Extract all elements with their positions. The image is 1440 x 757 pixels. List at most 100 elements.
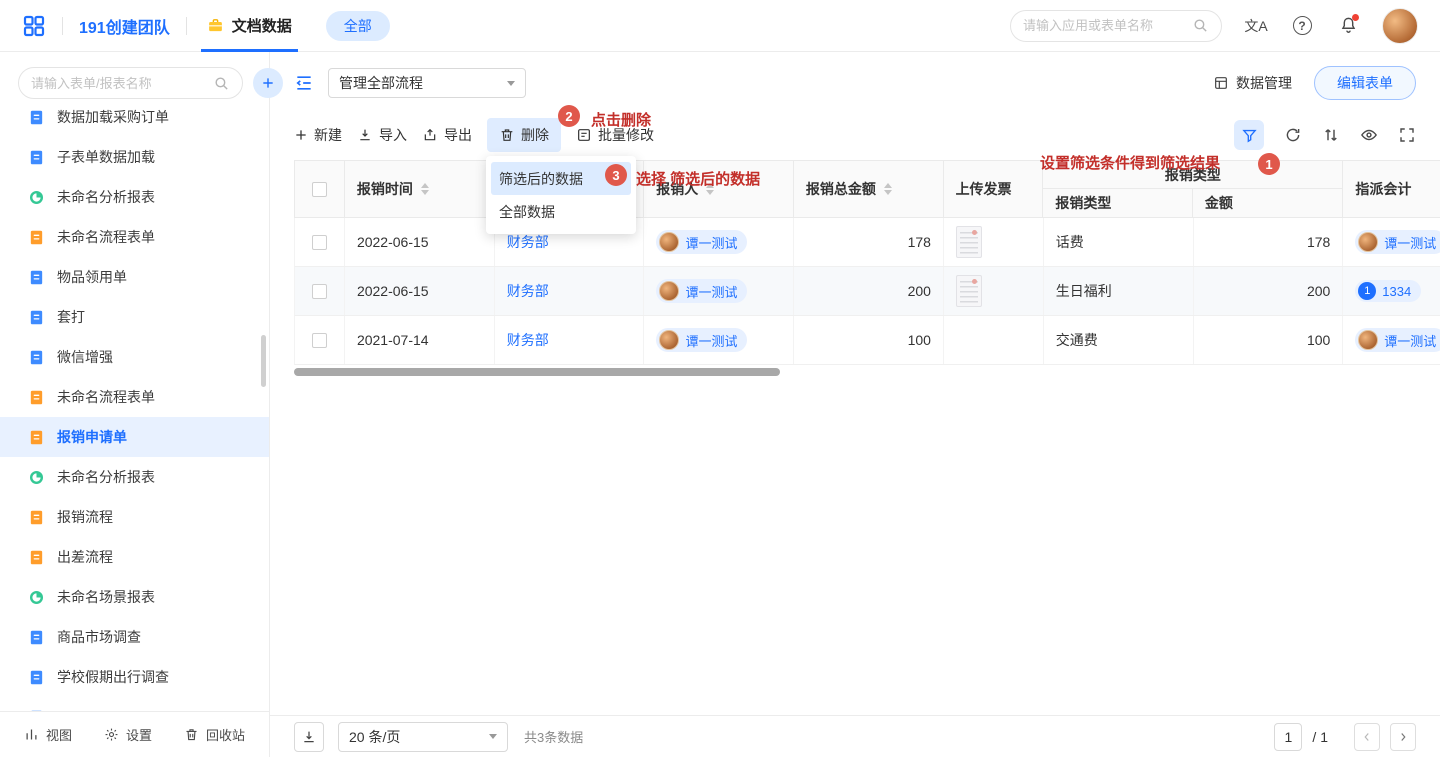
table-toolbar-right — [1234, 120, 1416, 150]
table-row[interactable]: 2022-06-15 财务部 谭一测试 200 生日福利 200 11334 — [294, 267, 1440, 316]
user-pill[interactable]: 谭一测试 — [1355, 328, 1440, 352]
form-doc-icon — [28, 669, 45, 686]
sidebar-item[interactable]: 物品领用单 — [0, 257, 269, 297]
user-pill[interactable]: 谭一测试 — [656, 328, 747, 352]
col-header-total[interactable]: 报销总金额 — [794, 161, 944, 217]
form-doc-icon — [28, 309, 45, 326]
sidebar-item-label: 子表单数据加载 — [57, 147, 155, 167]
row-checkbox[interactable] — [312, 333, 327, 348]
global-search-input[interactable] — [1023, 18, 1184, 33]
member-count-pill[interactable]: 11334 — [1355, 280, 1421, 302]
sidebar-item[interactable]: 未命名流程表单 — [0, 377, 269, 417]
dept-link[interactable]: 财务部 — [507, 281, 549, 301]
delete-button[interactable]: 删除 — [487, 118, 561, 152]
top-header: 191创建团队 文档数据 全部 文A ? — [0, 0, 1440, 52]
briefcase-icon — [207, 17, 224, 34]
flow-filter-select[interactable]: 管理全部流程 — [328, 68, 526, 98]
user-pill[interactable]: 谭一测试 — [656, 279, 747, 303]
export-button[interactable]: 导出 — [422, 125, 472, 145]
menu-item-all-data[interactable]: 全部数据 — [491, 195, 631, 228]
dept-link[interactable]: 财务部 — [507, 232, 549, 252]
sidebar-item[interactable]: 商品市场调查 — [0, 617, 269, 657]
col-header-invoice[interactable]: 上传发票 — [944, 161, 1044, 217]
recycle-bin-button[interactable]: 回收站 — [184, 725, 245, 744]
views-button[interactable]: 视图 — [24, 725, 72, 744]
step-badge-1: 1 — [1258, 153, 1280, 175]
apps-grid-icon[interactable] — [22, 14, 46, 38]
user-avatar[interactable] — [1382, 8, 1418, 44]
filter-funnel-icon[interactable] — [1234, 120, 1264, 150]
col-header-type[interactable]: 报销类型 — [1043, 189, 1193, 217]
help-icon[interactable]: ? — [1290, 14, 1314, 38]
cell-person: 谭一测试 — [644, 218, 794, 266]
eye-icon[interactable] — [1360, 126, 1378, 144]
sidebar-item[interactable]: 微信增强 — [0, 337, 269, 377]
sidebar-item[interactable]: 未命名分析报表 — [0, 177, 269, 217]
col-header-time[interactable]: 报销时间 — [345, 161, 495, 217]
refresh-icon[interactable] — [1284, 126, 1302, 144]
user-pill[interactable]: 谭一测试 — [1355, 230, 1440, 254]
filter-all-pill[interactable]: 全部 — [326, 11, 390, 41]
scroll-to-bottom-button[interactable] — [294, 722, 324, 752]
col-header-amount[interactable]: 金额 — [1193, 189, 1343, 217]
user-pill[interactable]: 谭一测试 — [656, 230, 747, 254]
sidebar-item[interactable]: 子表单数据加载 — [0, 137, 269, 177]
sidebar-item[interactable]: 报销流程 — [0, 497, 269, 537]
horizontal-scrollbar-thumb[interactable] — [294, 368, 780, 376]
page-size-select[interactable]: 20 条/页 — [338, 722, 508, 752]
cell-checkbox — [295, 218, 345, 266]
header-right-group: 文A ? — [1010, 8, 1418, 44]
sort-icon[interactable] — [421, 183, 429, 195]
sidebar-item-label: 未命名流程表单 — [57, 387, 155, 407]
collapse-menu-icon[interactable] — [294, 73, 314, 93]
row-checkbox[interactable] — [312, 284, 327, 299]
app-root: 191创建团队 文档数据 全部 文A ? — [0, 0, 1440, 757]
cell-dept: 财务部 — [495, 267, 645, 315]
edit-form-button[interactable]: 编辑表单 — [1314, 66, 1416, 100]
sidebar-item-label: 未命名分析报表 — [57, 187, 155, 207]
sidebar-item[interactable] — [0, 697, 269, 711]
prev-page-button[interactable] — [1354, 723, 1380, 751]
data-manage-button[interactable]: 数据管理 — [1213, 73, 1292, 93]
col-header-accountant[interactable]: 指派会计 — [1343, 161, 1440, 217]
sidebar-item-label: 未命名分析报表 — [57, 467, 155, 487]
invoice-thumbnail[interactable] — [956, 226, 982, 258]
page-number-input[interactable] — [1274, 723, 1302, 751]
import-button[interactable]: 导入 — [357, 125, 407, 145]
row-checkbox[interactable] — [312, 235, 327, 250]
sort-icon[interactable] — [884, 183, 892, 195]
settings-button[interactable]: 设置 — [104, 725, 152, 744]
sidebar-item[interactable]: 数据加载采购订单 — [0, 109, 269, 137]
sidebar-item-selected[interactable]: 报销申请单 — [0, 417, 269, 457]
form-doc-icon — [28, 349, 45, 366]
bell-icon[interactable] — [1336, 14, 1360, 38]
sidebar-search-input[interactable] — [31, 76, 207, 91]
sidebar-item[interactable]: 学校假期出行调查 — [0, 657, 269, 697]
table-row[interactable]: 2021-07-14 财务部 谭一测试 100 交通费 100 谭一测试 — [294, 316, 1440, 365]
new-record-button[interactable]: 新建 — [294, 125, 342, 145]
divider — [62, 17, 63, 35]
tab-doc-data[interactable]: 文档数据 — [203, 0, 296, 52]
cell-total: 178 — [794, 218, 944, 266]
sidebar-search[interactable] — [18, 67, 243, 99]
fullscreen-icon[interactable] — [1398, 126, 1416, 144]
table-row[interactable]: 2022-06-15 财务部 谭一测试 178 话费 178 谭一测试 — [294, 218, 1440, 267]
sidebar-item[interactable]: 出差流程 — [0, 537, 269, 577]
sidebar-search-row — [0, 52, 269, 109]
translate-icon[interactable]: 文A — [1244, 14, 1268, 38]
sidebar: 数据加载采购订单 子表单数据加载 未命名分析报表 未命名流程表单 物品领用单 — [0, 52, 270, 757]
invoice-thumbnail[interactable] — [956, 275, 982, 307]
dept-link[interactable]: 财务部 — [507, 330, 549, 350]
add-form-button[interactable] — [253, 68, 283, 98]
count-badge: 1 — [1358, 282, 1376, 300]
sidebar-scrollbar-thumb[interactable] — [261, 335, 266, 387]
sidebar-item[interactable]: 未命名场景报表 — [0, 577, 269, 617]
sidebar-item[interactable]: 未命名分析报表 — [0, 457, 269, 497]
next-page-button[interactable] — [1390, 723, 1416, 751]
sort-arrows-icon[interactable] — [1322, 126, 1340, 144]
select-all-checkbox[interactable] — [312, 182, 327, 197]
team-name[interactable]: 191创建团队 — [79, 14, 170, 38]
global-search[interactable] — [1010, 10, 1222, 42]
sidebar-item[interactable]: 未命名流程表单 — [0, 217, 269, 257]
sidebar-item[interactable]: 套打 — [0, 297, 269, 337]
